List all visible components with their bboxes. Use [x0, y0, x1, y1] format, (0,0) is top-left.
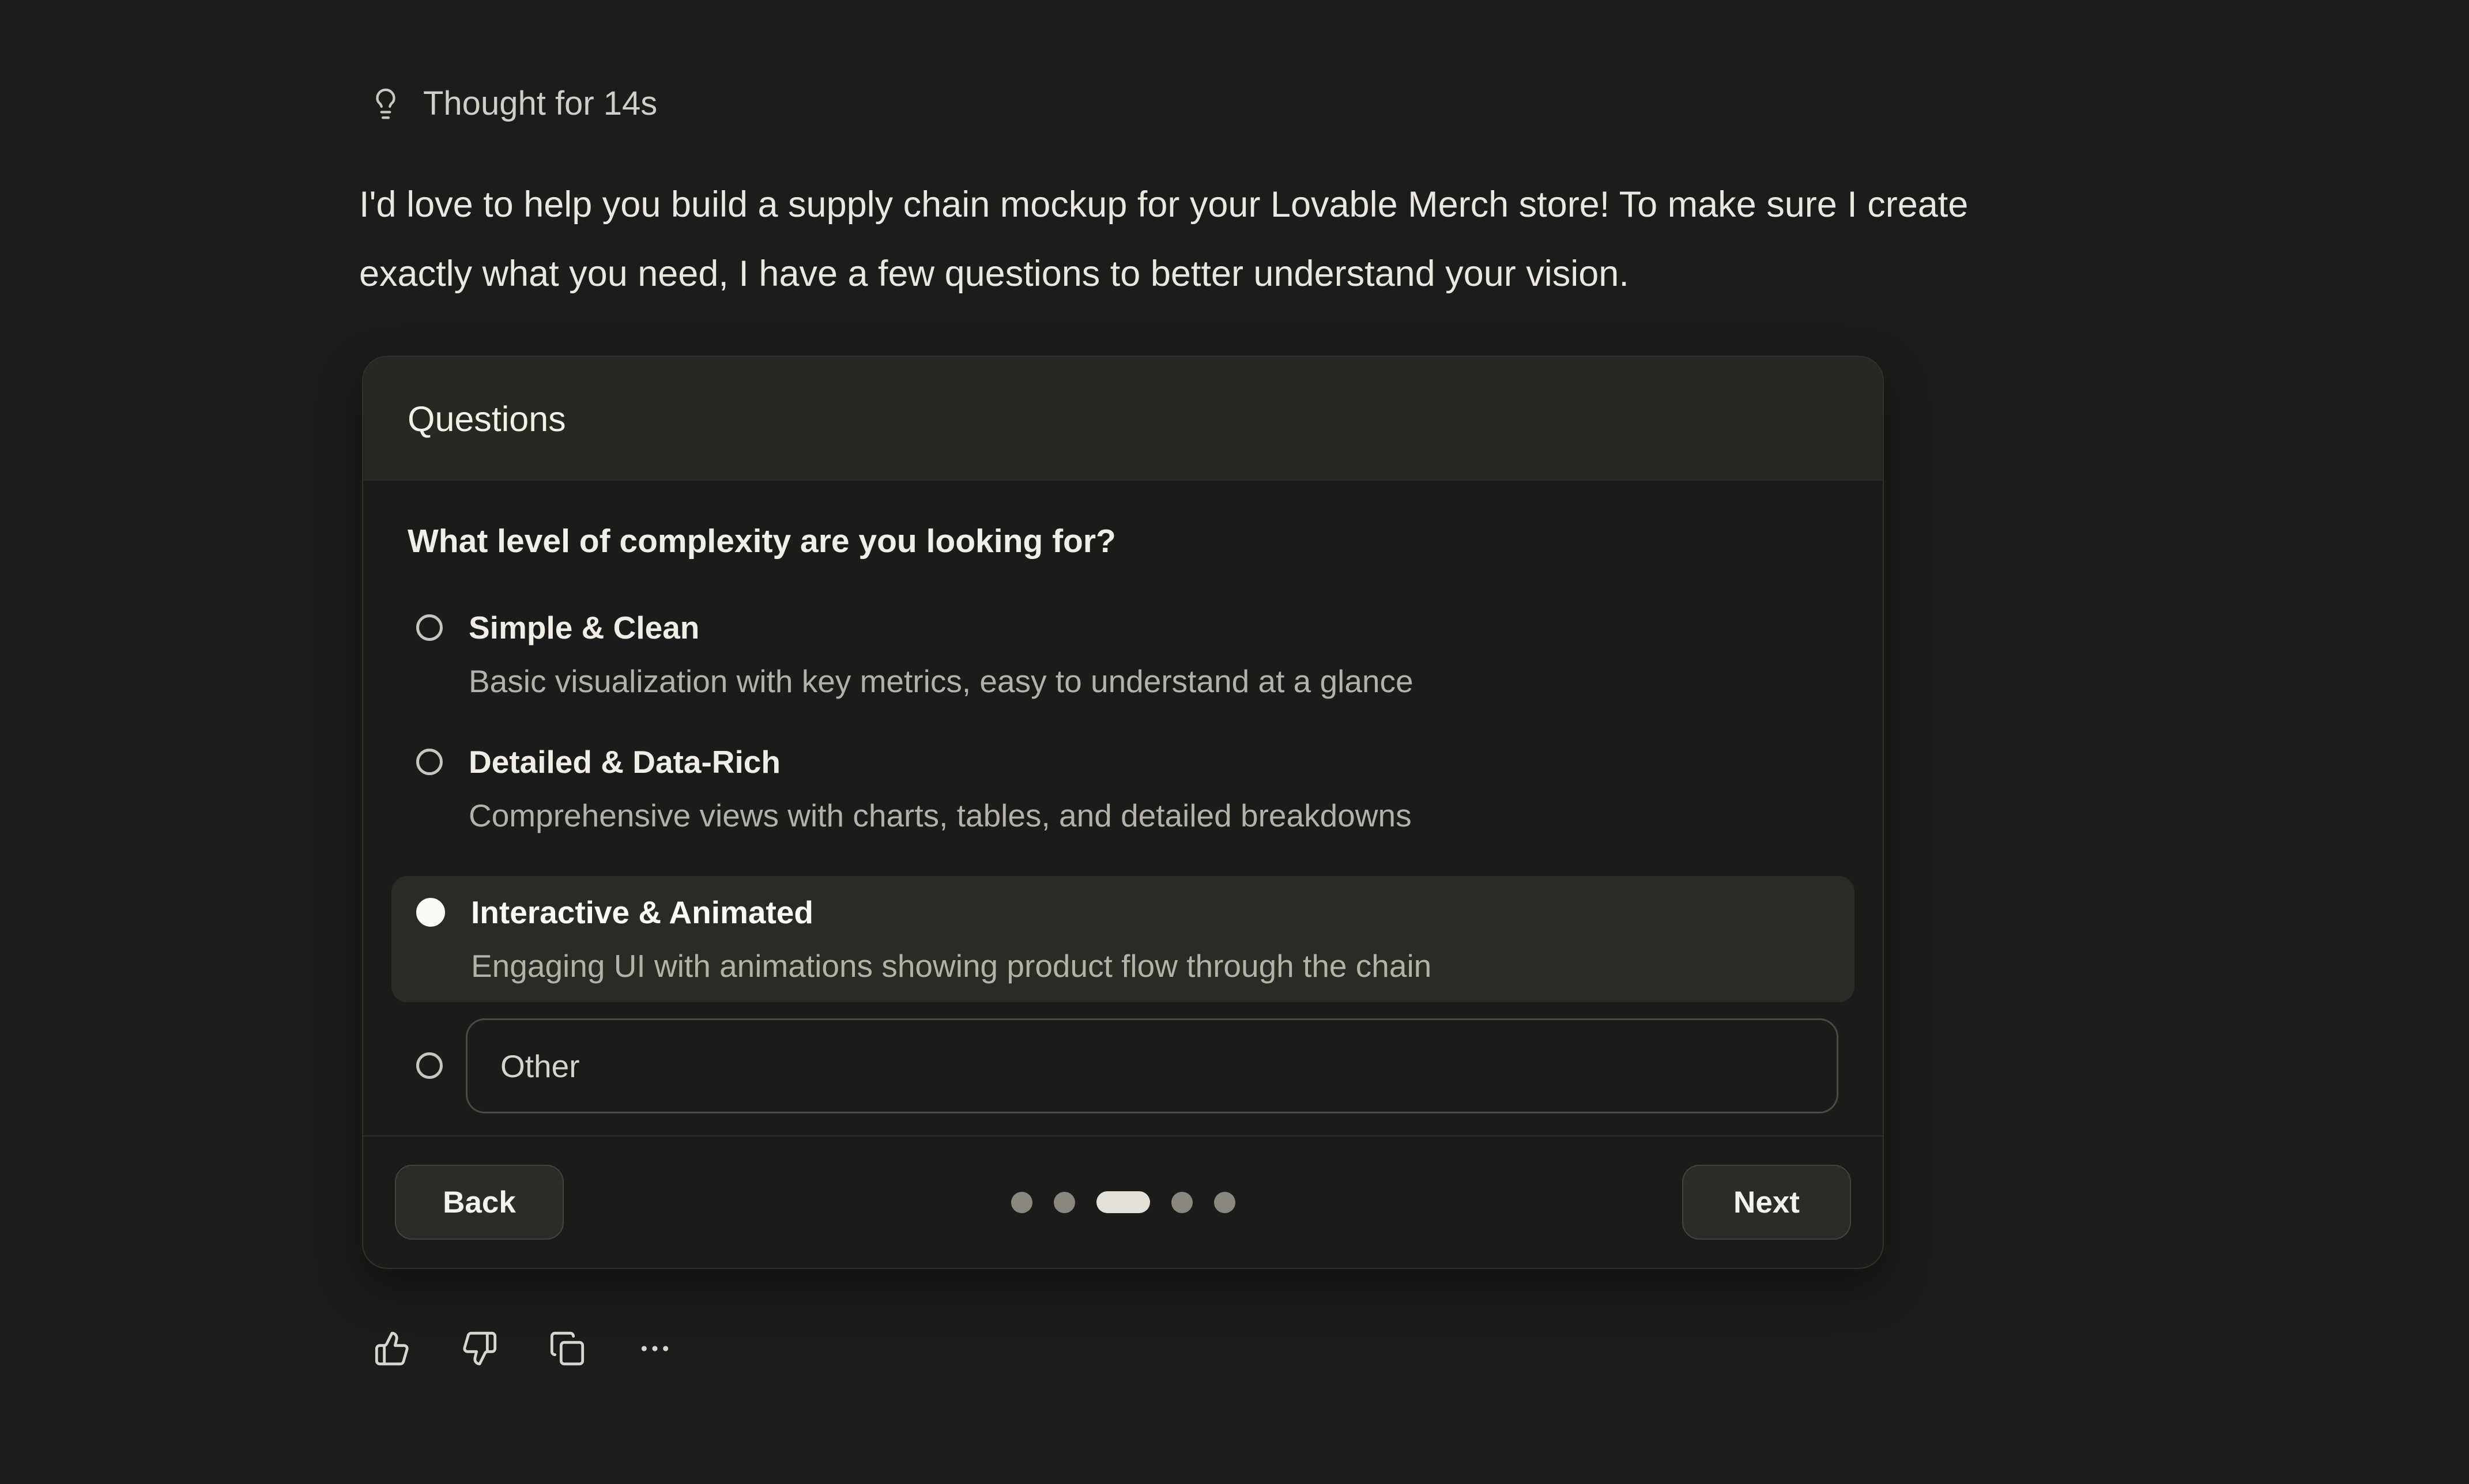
questions-card: Questions What level of complexity are y… [362, 356, 1884, 1269]
assistant-message: I'd love to help you build a supply chai… [359, 170, 2261, 308]
thumbs-up-button[interactable] [374, 1330, 410, 1367]
pagination-dot [1011, 1192, 1032, 1213]
option-label: Interactive & Animated [471, 892, 1431, 932]
option-description: Basic visualization with key metrics, ea… [469, 661, 1413, 701]
card-title: Questions [408, 399, 566, 439]
radio-icon[interactable] [416, 614, 443, 641]
radio-icon-selected[interactable] [416, 898, 445, 927]
radio-option-detailed-data-rich[interactable]: Detailed & Data-Rich Comprehensive views… [408, 742, 1838, 836]
thought-toggle[interactable]: Thought for 14s [369, 82, 657, 126]
card-footer: Back Next [363, 1135, 1883, 1268]
radio-option-interactive-animated[interactable]: Interactive & Animated Engaging UI with … [391, 876, 1854, 1002]
option-text: Interactive & Animated Engaging UI with … [471, 892, 1431, 986]
message-action-bar [374, 1330, 673, 1367]
copy-button[interactable] [549, 1330, 586, 1367]
pagination-dot [1171, 1192, 1193, 1213]
option-description: Comprehensive views with charts, tables,… [469, 795, 1412, 836]
card-body: What level of complexity are you looking… [363, 481, 1883, 1135]
pagination-dot-active [1096, 1191, 1150, 1213]
pagination-dots [1011, 1191, 1235, 1213]
option-text: Simple & Clean Basic visualization with … [469, 607, 1413, 701]
option-text: Detailed & Data-Rich Comprehensive views… [469, 742, 1412, 836]
other-input[interactable] [466, 1018, 1838, 1113]
message-line: I'd love to help you build a supply chai… [359, 170, 2261, 239]
pagination-dot [1054, 1192, 1075, 1213]
copy-icon [549, 1330, 586, 1367]
back-button[interactable]: Back [395, 1165, 564, 1240]
ellipsis-icon [636, 1330, 673, 1367]
pagination-dot [1214, 1192, 1235, 1213]
option-label: Detailed & Data-Rich [469, 742, 1412, 782]
lightbulb-icon [369, 87, 402, 120]
thumbs-up-icon [374, 1330, 410, 1367]
thought-label: Thought for 14s [423, 82, 657, 126]
more-options-button[interactable] [636, 1330, 673, 1367]
radio-option-simple-clean[interactable]: Simple & Clean Basic visualization with … [408, 607, 1838, 701]
radio-icon[interactable] [416, 749, 443, 775]
message-line: exactly what you need, I have a few ques… [359, 239, 2261, 308]
card-header: Questions [363, 357, 1883, 481]
radio-option-other[interactable] [408, 1018, 1838, 1113]
radio-icon[interactable] [416, 1052, 443, 1079]
option-description: Engaging UI with animations showing prod… [471, 946, 1431, 986]
chat-page: Thought for 14s I'd love to help you bui… [0, 0, 2469, 1484]
next-button[interactable]: Next [1682, 1165, 1851, 1240]
thumbs-down-icon [461, 1330, 498, 1367]
option-label: Simple & Clean [469, 607, 1413, 648]
thumbs-down-button[interactable] [461, 1330, 498, 1367]
question-text: What level of complexity are you looking… [408, 521, 1838, 561]
